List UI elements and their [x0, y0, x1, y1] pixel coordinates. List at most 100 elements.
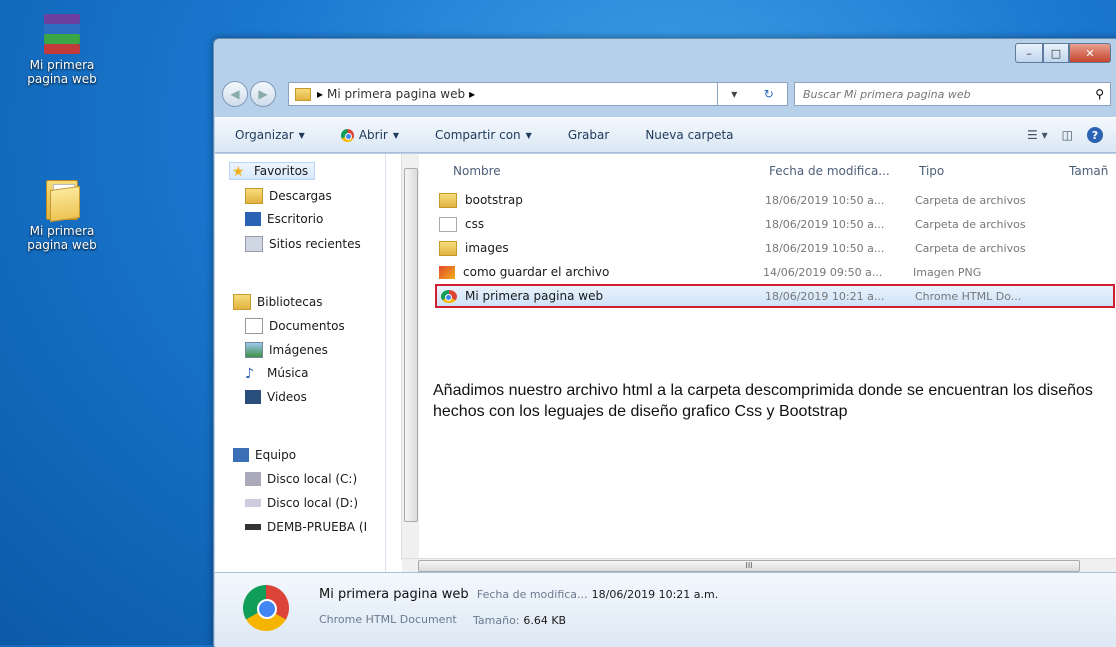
file-type: Chrome HTML Do...	[915, 289, 1022, 303]
nav-label: Música	[267, 366, 309, 380]
minimize-button[interactable]: –	[1015, 43, 1043, 63]
details-size-label: Tamaño:	[473, 614, 520, 627]
chrome-icon	[441, 289, 457, 303]
organize-button[interactable]: Organizar ▼	[235, 128, 305, 142]
desktop-icon-label: Mi primera pagina web	[27, 224, 97, 252]
file-row[interactable]: css 18/06/2019 10:50 a... Carpeta de arc…	[439, 214, 1113, 234]
usb-drive-icon	[245, 524, 261, 530]
downloads-folder-icon	[245, 188, 263, 204]
nav-item-images[interactable]: Imágenes	[245, 342, 328, 358]
nav-item-downloads[interactable]: Descargas	[245, 188, 332, 204]
search-input[interactable]	[801, 86, 1025, 102]
nav-item-usb[interactable]: DEMB-PRUEBA (I	[245, 520, 367, 534]
column-header-type[interactable]: Tipo	[919, 164, 944, 178]
desktop-icon-label: Mi primera pagina web	[27, 58, 97, 86]
nav-label: Bibliotecas	[257, 295, 323, 309]
column-header-date[interactable]: Fecha de modifica...	[769, 164, 890, 178]
drive-icon	[245, 472, 261, 486]
share-button[interactable]: Compartir con ▼	[435, 128, 532, 142]
file-date: 18/06/2019 10:50 a...	[765, 193, 885, 207]
navigation-scrollbar[interactable]	[401, 154, 419, 560]
breadcrumb-separator-icon: ▸	[317, 87, 324, 101]
image-file-icon	[439, 265, 455, 279]
details-size-value: 6.64 KB	[523, 614, 567, 627]
scrollbar-thumb[interactable]	[404, 168, 418, 522]
star-icon: ★	[232, 164, 245, 180]
file-type: Carpeta de archivos	[915, 241, 1026, 255]
details-type: Chrome HTML Document	[319, 613, 457, 626]
nav-label: Disco local (C:)	[267, 472, 358, 486]
folder-icon	[439, 192, 457, 208]
nav-item-recent[interactable]: Sitios recientes	[245, 236, 361, 252]
libraries-icon	[233, 294, 251, 310]
view-options-icon[interactable]: ☰ ▾	[1027, 128, 1048, 142]
file-icon	[439, 216, 457, 232]
file-date: 14/06/2019 09:50 a...	[763, 265, 883, 279]
scrollbar-thumb[interactable]: III	[418, 560, 1080, 572]
column-header-name[interactable]: Nombre	[453, 164, 501, 178]
content-area: ★ Favoritos Descargas Escritorio Sitios r…	[215, 154, 1116, 573]
nav-item-desktop[interactable]: Escritorio	[245, 212, 323, 226]
forward-button[interactable]: ▶	[250, 81, 276, 107]
burn-label: Grabar	[567, 128, 610, 142]
details-date-label: Fecha de modifica...	[476, 588, 588, 601]
nav-label: Documentos	[269, 319, 345, 333]
nav-item-videos[interactable]: Videos	[245, 390, 307, 404]
nav-item-disk-d[interactable]: Disco local (D:)	[245, 496, 358, 510]
documents-icon	[245, 318, 263, 334]
details-file-name: Mi primera pagina web	[319, 587, 469, 602]
file-name: como guardar el archivo	[463, 265, 610, 279]
history-dropdown-icon[interactable]: ▾	[731, 87, 737, 101]
chevron-down-icon: ▼	[298, 130, 305, 140]
file-name: Mi primera pagina web	[465, 289, 604, 303]
refresh-icon[interactable]: ↻	[764, 87, 774, 101]
new-folder-button[interactable]: Nueva carpeta	[645, 128, 733, 142]
nav-item-music[interactable]: ♪ Música	[245, 366, 309, 382]
new-folder-label: Nueva carpeta	[645, 128, 734, 142]
share-label: Compartir con	[435, 128, 521, 142]
file-type: Imagen PNG	[913, 265, 982, 279]
maximize-button[interactable]: □	[1043, 43, 1069, 63]
breadcrumb-chevron-icon[interactable]: ▸	[469, 87, 475, 101]
desktop-icon	[245, 212, 261, 226]
pictures-icon	[245, 342, 263, 358]
close-button[interactable]: ✕	[1069, 43, 1111, 63]
nav-item-documents[interactable]: Documentos	[245, 318, 345, 334]
burn-button[interactable]: Grabar	[568, 128, 610, 142]
window-controls: – □ ✕	[1015, 43, 1111, 63]
file-row[interactable]: bootstrap 18/06/2019 10:50 a... Carpeta …	[439, 190, 1113, 210]
nav-label: Videos	[267, 390, 307, 404]
nav-item-favorites[interactable]: ★ Favoritos	[229, 162, 316, 180]
nav-label: Equipo	[255, 448, 297, 462]
back-button[interactable]: ◀	[222, 81, 248, 107]
details-size: Tamaño: 6.64 KB	[473, 613, 566, 627]
help-icon[interactable]: ?	[1087, 127, 1103, 143]
chevron-down-icon: ▼	[525, 130, 532, 140]
command-bar: Organizar ▼ Abrir ▼ Compartir con ▼ Grabar …	[215, 117, 1116, 153]
horizontal-scrollbar[interactable]: III	[402, 558, 1116, 573]
videos-icon	[245, 390, 261, 404]
desktop-icon-folder[interactable]: Mi primera pagina web	[22, 178, 102, 252]
address-bar[interactable]: ▸ Mi primera pagina web ▸	[288, 82, 718, 106]
file-type: Carpeta de archivos	[915, 193, 1026, 207]
desktop-icon-winrar-archive[interactable]: Mi primera pagina web	[22, 14, 102, 86]
search-icon[interactable]: ⚲	[1095, 87, 1104, 101]
file-row-selected[interactable]: Mi primera pagina web 18/06/2019 10:21 a…	[435, 284, 1115, 308]
address-actions: ▾ ↻	[718, 82, 788, 106]
chevron-down-icon: ▼	[392, 130, 400, 140]
nav-label: DEMB-PRUEBA (I	[267, 520, 368, 534]
computer-icon	[233, 448, 249, 462]
preview-pane-icon[interactable]: ◫	[1062, 128, 1073, 142]
file-row[interactable]: images 18/06/2019 10:50 a... Carpeta de …	[439, 238, 1113, 258]
breadcrumb-item[interactable]: Mi primera pagina web	[327, 87, 465, 101]
file-date: 18/06/2019 10:50 a...	[765, 217, 885, 231]
chrome-icon	[340, 128, 354, 142]
open-button[interactable]: Abrir ▼	[340, 128, 400, 142]
nav-item-libraries[interactable]: Bibliotecas	[233, 294, 322, 310]
nav-item-disk-c[interactable]: Disco local (C:)	[245, 472, 357, 486]
nav-item-computer[interactable]: Equipo	[233, 448, 296, 462]
music-icon: ♪	[245, 366, 254, 382]
column-header-size[interactable]: Tamañ	[1069, 164, 1108, 178]
search-box[interactable]: ⚲	[794, 82, 1111, 106]
file-row[interactable]: como guardar el archivo 14/06/2019 09:50…	[439, 262, 1113, 282]
